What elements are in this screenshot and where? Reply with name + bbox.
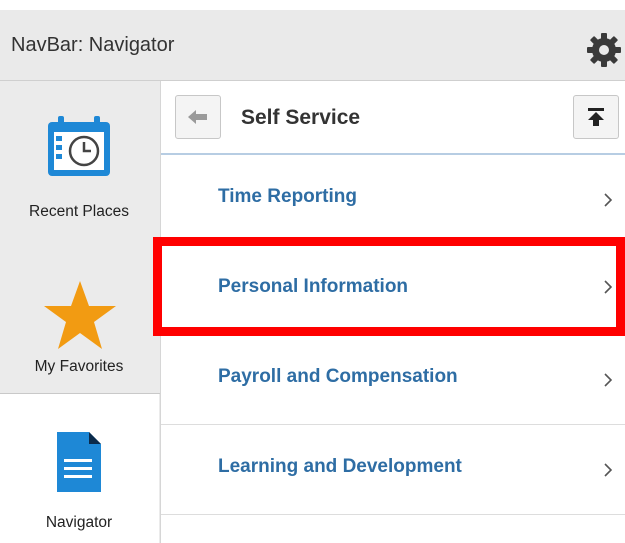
star-icon bbox=[44, 281, 116, 349]
sidebar-item-label: Recent Places bbox=[29, 203, 129, 220]
list-item-payroll-and-compensation[interactable]: Payroll and Compensation bbox=[161, 335, 625, 425]
chevron-right-icon bbox=[604, 280, 613, 294]
list-item-personal-information[interactable]: Personal Information bbox=[161, 245, 625, 335]
chevron-right-icon bbox=[604, 373, 613, 387]
navbar-sidebar: Recent Places My Favorites Navigator bbox=[0, 81, 161, 543]
page-title: Self Service bbox=[241, 106, 361, 129]
scroll-to-top-button[interactable] bbox=[573, 95, 619, 139]
main-title-bar: Self Service bbox=[161, 81, 625, 155]
sidebar-item-navigator[interactable]: Navigator bbox=[0, 394, 159, 543]
chevron-right-icon bbox=[604, 193, 613, 207]
list-item-label: Learning and Development bbox=[218, 456, 462, 477]
back-button[interactable] bbox=[175, 95, 221, 139]
chevron-right-icon bbox=[604, 463, 613, 477]
navbar-title: NavBar: Navigator bbox=[11, 34, 175, 56]
sidebar-item-label: My Favorites bbox=[34, 358, 124, 375]
document-icon bbox=[57, 432, 101, 492]
arrow-to-top-icon bbox=[588, 108, 604, 126]
sidebar-item-my-favorites[interactable]: My Favorites bbox=[0, 241, 160, 394]
arrow-left-icon bbox=[188, 110, 207, 124]
list-item-label: Time Reporting bbox=[218, 186, 357, 207]
navbar-header: NavBar: Navigator bbox=[0, 10, 625, 81]
sidebar-item-recent-places[interactable]: Recent Places bbox=[0, 81, 160, 241]
calendar-clock-icon bbox=[48, 116, 110, 176]
list-item-learning-and-development[interactable]: Learning and Development bbox=[161, 425, 625, 515]
gear-icon[interactable] bbox=[584, 30, 624, 70]
list-item-label: Personal Information bbox=[218, 276, 409, 297]
list-item-label: Payroll and Compensation bbox=[218, 366, 458, 387]
list-item-time-reporting[interactable]: Time Reporting bbox=[161, 155, 625, 245]
sidebar-item-label: Navigator bbox=[45, 514, 113, 531]
